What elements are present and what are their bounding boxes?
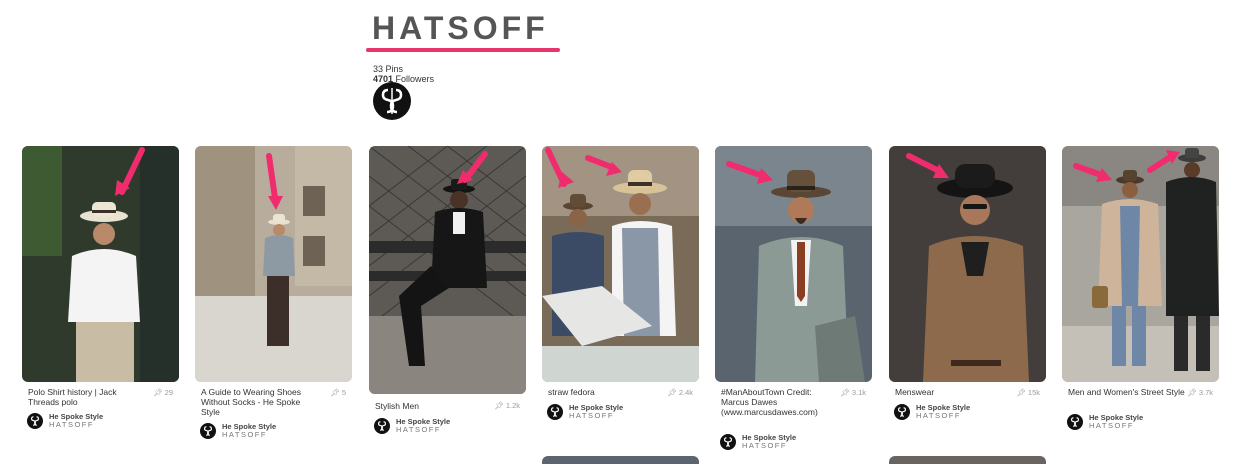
pin-icon: 📌︎	[667, 388, 677, 397]
board-header: HATSOFF 33 Pins 4701 Followers	[366, 8, 560, 120]
user-avatar[interactable]	[374, 418, 390, 434]
pin-icon: 📌︎	[153, 388, 163, 397]
hs-monogram-icon	[1070, 417, 1080, 427]
user-avatar[interactable]	[27, 413, 43, 429]
pins-count: 33	[373, 64, 384, 74]
credit-text: He Spoke Style HATSOFF	[742, 434, 796, 450]
credit-board[interactable]: HATSOFF	[742, 442, 796, 450]
followers-row[interactable]: 4701 Followers	[373, 74, 560, 84]
pin-description: straw fedora	[548, 387, 595, 397]
credit-text: He Spoke Style HATSOFF	[49, 413, 103, 429]
pin-icon: 📌︎	[330, 388, 340, 397]
pin-description: Stylish Men	[375, 401, 419, 411]
pin-description: #ManAboutTown Credit: Marcus Dawes (www.…	[721, 387, 818, 417]
board-owner-avatar[interactable]	[373, 82, 411, 120]
user-avatar[interactable]	[200, 423, 216, 439]
pin-description: Menswear	[895, 387, 935, 397]
user-avatar[interactable]	[1067, 414, 1083, 430]
credit-text: He Spoke Style HATSOFF	[222, 423, 276, 439]
pin-icon: 📌︎	[840, 388, 850, 397]
user-avatar[interactable]	[547, 404, 563, 420]
repin-count: 📌︎ 3.7k	[1187, 388, 1213, 397]
user-avatar[interactable]	[720, 434, 736, 450]
pins-count-row: 33 Pins	[373, 64, 560, 74]
pin-card[interactable]: Stylish Men 📌︎ 1.2k He Spoke Style HATSOF…	[369, 146, 526, 436]
pin-icon: 📌︎	[494, 401, 504, 410]
hs-monogram-icon	[203, 426, 213, 436]
pin-card[interactable]: Men and Women's Street Style 📌︎ 3.7k He S…	[1062, 146, 1219, 436]
credit-board[interactable]: HATSOFF	[222, 431, 276, 439]
credit-board[interactable]: HATSOFF	[49, 421, 103, 429]
credit-board[interactable]: HATSOFF	[916, 412, 970, 420]
hs-monogram-icon	[550, 407, 560, 417]
repin-count: 📌︎ 1.2k	[494, 401, 520, 410]
hs-monogram-icon	[897, 407, 907, 417]
pin-card[interactable]: #ManAboutTown Credit: Marcus Dawes (www.…	[715, 146, 872, 456]
repin-count: 📌︎ 2.4k	[667, 388, 693, 397]
pin-credit[interactable]: He Spoke Style HATSOFF	[547, 404, 623, 420]
repin-count: 📌︎ 3.1k	[840, 388, 866, 397]
pin-card[interactable]: straw fedora 📌︎ 2.4k He Spoke Style HATSO…	[542, 146, 699, 436]
board-title: HATSOFF	[372, 10, 549, 46]
pin-description: Men and Women's Street Style	[1068, 387, 1185, 397]
credit-board[interactable]: HATSOFF	[396, 426, 450, 434]
credit-text: He Spoke Style HATSOFF	[569, 404, 623, 420]
repin-value: 15k	[1027, 388, 1040, 397]
repin-value: 1.2k	[505, 401, 520, 410]
credit-board[interactable]: HATSOFF	[569, 412, 623, 420]
pins-label: Pins	[385, 64, 404, 74]
credit-text: He Spoke Style HATSOFF	[396, 418, 450, 434]
pin-image[interactable]	[542, 146, 699, 382]
repin-value: 5	[341, 388, 346, 397]
hs-monogram-icon	[30, 416, 40, 426]
pin-image[interactable]	[195, 146, 352, 382]
user-avatar[interactable]	[894, 404, 910, 420]
pin-icon: 📌︎	[1187, 388, 1197, 397]
pin-image-peek[interactable]	[889, 456, 1046, 464]
repin-value: 2.4k	[678, 388, 693, 397]
pin-card[interactable]: Menswear 📌︎ 15k He Spoke Style HATSOFF	[889, 146, 1046, 436]
followers-label: Followers	[395, 74, 435, 84]
pin-icon: 📌︎	[1016, 388, 1026, 397]
repin-value: 29	[164, 388, 173, 397]
pin-card[interactable]: A Guide to Wearing Shoes Without Socks -…	[195, 146, 352, 446]
pin-credit[interactable]: He Spoke Style HATSOFF	[200, 423, 276, 439]
hs-monogram-icon	[377, 421, 387, 431]
pin-credit[interactable]: He Spoke Style HATSOFF	[1067, 414, 1143, 430]
pin-description: Polo Shirt history | Jack Threads polo	[28, 387, 117, 407]
repin-count: 📌︎ 5	[330, 388, 346, 397]
title-underline	[366, 48, 560, 52]
credit-text: He Spoke Style HATSOFF	[1089, 414, 1143, 430]
credit-board[interactable]: HATSOFF	[1089, 422, 1143, 430]
pin-image-peek[interactable]	[542, 456, 699, 464]
pin-credit[interactable]: He Spoke Style HATSOFF	[720, 434, 796, 450]
repin-value: 3.1k	[851, 388, 866, 397]
repin-count: 📌︎ 29	[153, 388, 173, 397]
pin-image[interactable]	[715, 146, 872, 382]
repin-count: 📌︎ 15k	[1016, 388, 1040, 397]
hs-monogram-icon	[381, 88, 403, 114]
pin-description: A Guide to Wearing Shoes Without Socks -…	[201, 387, 302, 417]
pin-credit[interactable]: He Spoke Style HATSOFF	[27, 413, 103, 429]
hs-monogram-icon	[723, 437, 733, 447]
pin-image[interactable]	[889, 146, 1046, 382]
repin-value: 3.7k	[1198, 388, 1213, 397]
pin-credit[interactable]: He Spoke Style HATSOFF	[374, 418, 450, 434]
credit-text: He Spoke Style HATSOFF	[916, 404, 970, 420]
pin-image[interactable]	[22, 146, 179, 382]
pin-image[interactable]	[369, 146, 526, 394]
pin-card[interactable]: Polo Shirt history | Jack Threads polo 📌…	[22, 146, 179, 436]
board-stats: 33 Pins 4701 Followers	[373, 64, 560, 84]
pin-credit[interactable]: He Spoke Style HATSOFF	[894, 404, 970, 420]
pin-image[interactable]	[1062, 146, 1219, 382]
